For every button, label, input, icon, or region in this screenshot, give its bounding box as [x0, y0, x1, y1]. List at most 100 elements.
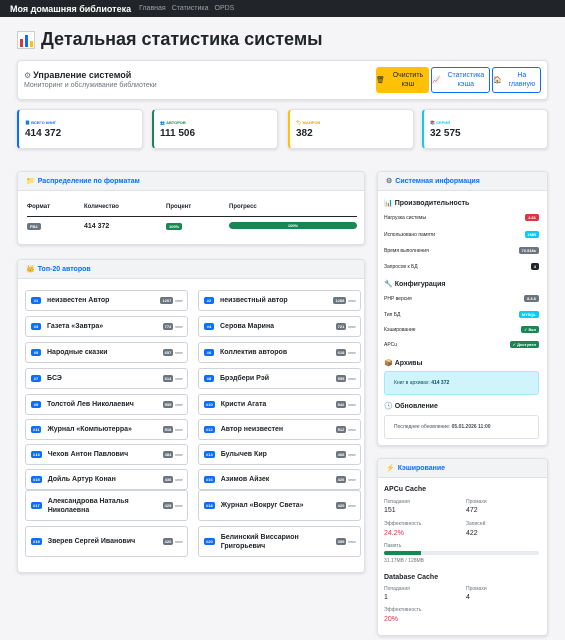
- author-name: Коллектив авторов: [220, 349, 288, 356]
- author-count-unit: книг: [348, 503, 356, 508]
- author-item[interactable]: #16 Азимов Айзек 426 книг: [198, 469, 361, 490]
- author-count-badge: 1207: [160, 297, 174, 304]
- author-item[interactable]: #3 Газета «Завтра» 772 книг: [25, 316, 188, 337]
- author-rank-badge: #16: [204, 476, 215, 483]
- author-name: Народные сказки: [47, 349, 108, 356]
- author-name: Серова Марина: [220, 323, 275, 330]
- management-subtitle: Мониторинг и обслуживание библиотеки: [24, 82, 157, 89]
- author-rank-badge: #9: [31, 401, 41, 408]
- config-title: 🔧 Конфигурация: [384, 280, 446, 289]
- formats-header-format: Формат: [27, 204, 51, 210]
- author-count-unit: книг: [175, 427, 183, 432]
- perf-row-load: Нагрузка системы 2.81: [384, 214, 539, 221]
- nav-link-stats[interactable]: Статистика: [172, 5, 209, 12]
- apcu-memory-bar: [384, 551, 539, 555]
- author-count-unit: книг: [348, 539, 356, 544]
- wrench-icon: 🔧: [384, 281, 393, 288]
- author-item[interactable]: #11 Журнал «Компьютерра» 518 книг: [25, 419, 188, 440]
- author-rank-badge: #15: [31, 476, 42, 483]
- collection-icon: 📚: [430, 120, 435, 125]
- author-item[interactable]: #17 Александрова Наталья Николаевна 425 кни…: [25, 490, 188, 521]
- author-rank-badge: #2: [204, 297, 214, 304]
- author-count-badge: 425: [162, 502, 174, 509]
- author-rank-badge: #13: [31, 451, 42, 458]
- author-count-badge: 468: [335, 451, 347, 458]
- apcu-eff-label: Эффективность: [384, 521, 422, 527]
- stat-series-label: Серий: [436, 120, 451, 125]
- db-hits-label: Попадания: [384, 586, 410, 592]
- author-item[interactable]: #14 Булычев Кир 468 книг: [198, 444, 361, 465]
- author-item[interactable]: #4 Серова Марина 721 книг: [198, 316, 361, 337]
- perf-row-time: Время выполнения 70.518s: [384, 247, 539, 254]
- stat-series-value: 32 575: [430, 128, 461, 139]
- page-title-text: Детальная статистика системы: [41, 29, 323, 49]
- author-item[interactable]: #18 Журнал «Вокруг Света» 420 книг: [198, 490, 361, 521]
- author-item[interactable]: #7 БСЭ 614 книг: [25, 368, 188, 389]
- author-item[interactable]: #19 Зверев Сергей Иванович 420 книг: [25, 526, 188, 557]
- author-name: Чехов Антон Павлович: [47, 451, 129, 458]
- config-row-apcu: APCu ✓ Доступен: [384, 341, 539, 348]
- db-eff-label: Эффективность: [384, 607, 422, 613]
- nav-link-opds[interactable]: OPDS: [215, 5, 235, 12]
- author-item[interactable]: #13 Чехов Антон Павлович 484 книг: [25, 444, 188, 465]
- apcu-memory-fill: [384, 551, 422, 555]
- author-rank-badge: #3: [31, 323, 41, 330]
- author-item[interactable]: #9 Толстой Лев Николаевич 555 книг: [25, 394, 188, 415]
- author-rank-badge: #18: [204, 502, 215, 509]
- apcu-misses: 472: [466, 507, 478, 514]
- author-item[interactable]: #6 Коллектив авторов 618 книг: [198, 342, 361, 363]
- author-item[interactable]: #5 Народные сказки 657 книг: [25, 342, 188, 363]
- author-name: БСЭ: [47, 375, 62, 382]
- author-count-unit: книг: [348, 350, 356, 355]
- author-count-unit: книг: [348, 402, 356, 407]
- stat-authors-label: Авторов: [166, 120, 186, 125]
- author-name: Газета «Завтра»: [47, 323, 104, 330]
- system-title: Системная информация: [395, 177, 480, 185]
- author-item[interactable]: #10 Кристи Агата 542 книг: [198, 394, 361, 415]
- author-count-badge: 420: [162, 538, 174, 545]
- author-item[interactable]: #15 Дойль Артур Конан 436 книг: [25, 469, 188, 490]
- author-rank-badge: #11: [31, 426, 42, 433]
- author-item[interactable]: #20 Белинский Виссарион Григорьевич 399 кни…: [198, 526, 361, 557]
- formats-header-percent: Процент: [166, 204, 192, 210]
- apcu-entries: 422: [466, 530, 478, 537]
- author-item[interactable]: #8 Брэдбери Рэй 555 книг: [198, 368, 361, 389]
- folder-icon: 📁: [26, 178, 35, 185]
- author-name: Дойль Артур Конан: [47, 476, 116, 483]
- cache-stats-button[interactable]: 📈 Статистика кэша: [431, 67, 490, 93]
- clear-cache-button[interactable]: 🗑 Очистить кэш: [376, 67, 429, 93]
- home-button[interactable]: 🏠 На главную: [492, 67, 541, 93]
- author-rank-badge: #14: [204, 451, 215, 458]
- users-icon: 👥: [160, 120, 165, 125]
- perf-row-queries: Запросов к БД 4: [384, 263, 539, 270]
- author-name: Брэдбери Рэй: [220, 375, 270, 382]
- author-item[interactable]: #12 Автор неизвестен 512 книг: [198, 419, 361, 440]
- author-name: Журнал «Вокруг Света»: [220, 502, 304, 509]
- author-item[interactable]: #2 неизвестный автор 1288 книг: [198, 290, 361, 311]
- nav-link-home[interactable]: Главная: [139, 5, 166, 12]
- tag-icon: 🏷: [296, 120, 302, 125]
- author-count-badge: 399: [335, 538, 347, 545]
- update-text: Последнее обновление:: [394, 424, 451, 430]
- table-row: FB2: [27, 223, 41, 230]
- author-item[interactable]: #1 неизвестен Автор 1207 книг: [25, 290, 188, 311]
- author-count-unit: книг: [348, 477, 356, 482]
- house-icon: 🏠: [493, 76, 502, 84]
- author-count-badge: 518: [162, 426, 174, 433]
- author-count-badge: 555: [335, 375, 347, 382]
- archives-alert: Книг в архивах: 414 372: [384, 371, 539, 395]
- trash-icon: 🗑: [376, 76, 385, 84]
- author-count-badge: 555: [162, 401, 174, 408]
- gear-icon: ⚙: [24, 70, 32, 80]
- navbar-brand[interactable]: Моя домашняя библиотека: [10, 4, 131, 14]
- formats-title: Распределение по форматам: [37, 177, 140, 185]
- author-count-badge: 721: [335, 323, 347, 330]
- author-rank-badge: #20: [204, 538, 215, 545]
- author-count-badge: 542: [335, 401, 347, 408]
- author-name: Александрова Наталья Николаевна: [47, 497, 129, 514]
- db-cache-title: Database Cache: [384, 574, 439, 581]
- author-count-unit: книг: [348, 376, 356, 381]
- author-count-unit: книг: [348, 427, 356, 432]
- update-title: 🕓 Обновление: [384, 402, 438, 411]
- perf-row-memory: Использовано памяти 2MB: [384, 231, 539, 238]
